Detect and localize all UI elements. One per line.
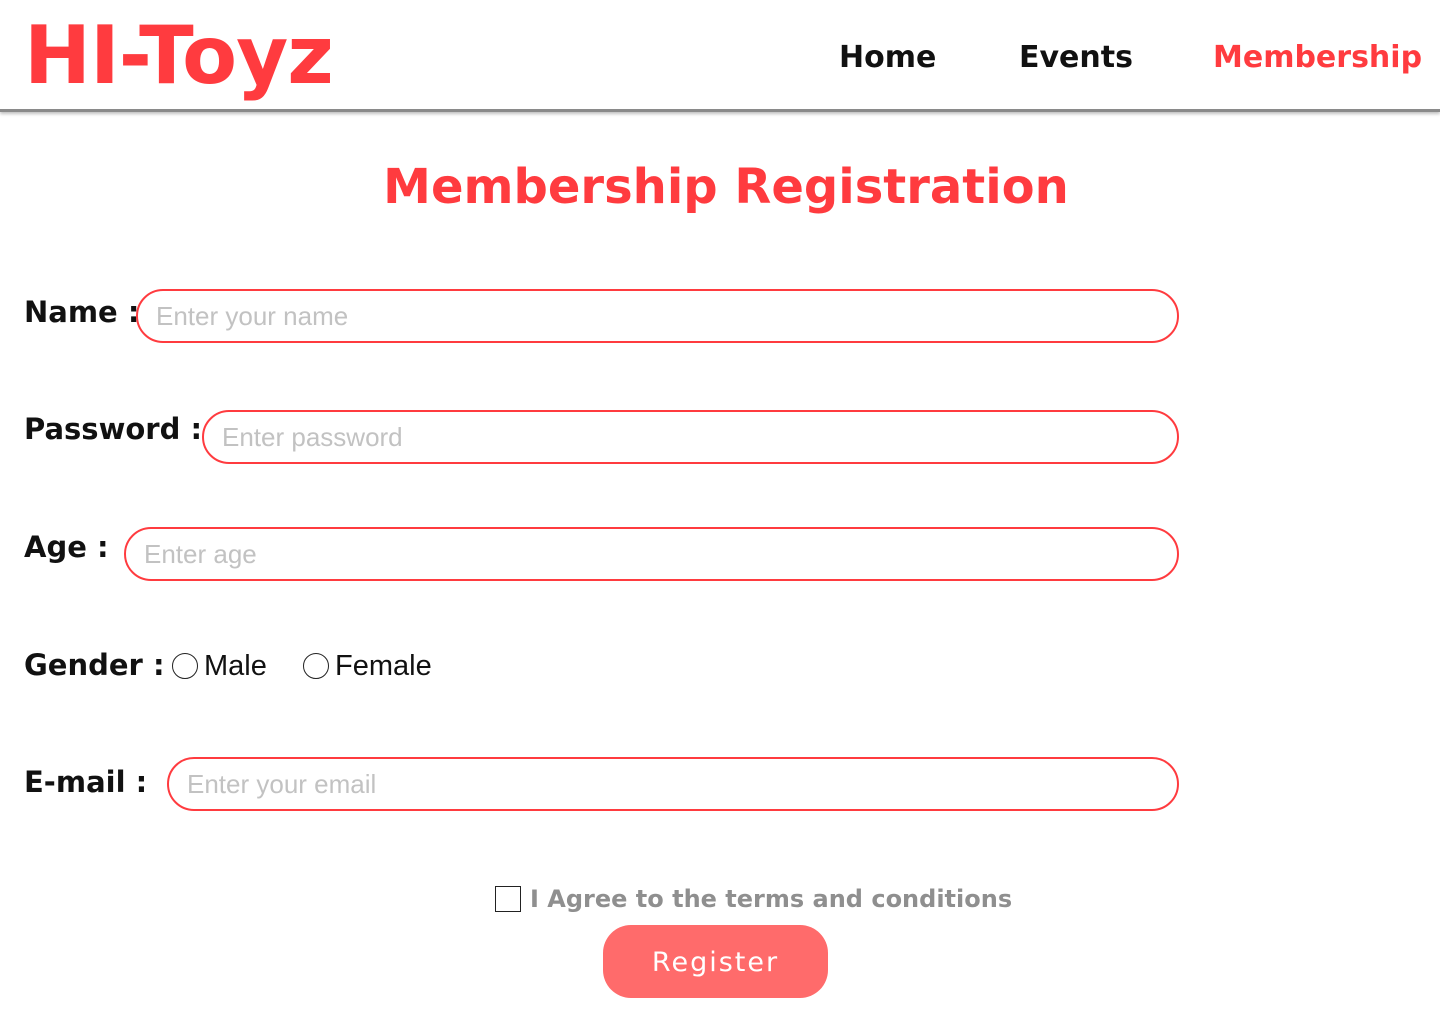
register-button[interactable]: Register xyxy=(603,925,828,998)
terms-row: I Agree to the terms and conditions xyxy=(495,882,1012,916)
gender-male-label: Male xyxy=(204,650,267,682)
email-input[interactable] xyxy=(167,757,1179,811)
name-label: Name : xyxy=(24,295,140,329)
site-header: HI-Toyz Home Events Membership xyxy=(0,0,1440,112)
gender-label: Gender : xyxy=(24,648,165,682)
nav-home-link[interactable]: Home xyxy=(839,38,936,78)
password-input[interactable] xyxy=(202,410,1179,464)
nav-membership-link[interactable]: Membership xyxy=(1213,38,1422,78)
site-logo[interactable]: HI-Toyz xyxy=(24,6,334,106)
gender-female-radio[interactable] xyxy=(303,653,329,679)
gender-female-label: Female xyxy=(335,650,432,682)
gender-male-radio[interactable] xyxy=(172,653,198,679)
gender-male-option[interactable]: Male xyxy=(172,648,267,684)
page-title: Membership Registration xyxy=(383,159,1069,215)
gender-female-option[interactable]: Female xyxy=(303,648,432,684)
age-input[interactable] xyxy=(124,527,1179,581)
email-label: E-mail : xyxy=(24,765,148,799)
name-input[interactable] xyxy=(136,289,1179,343)
nav-events-link[interactable]: Events xyxy=(1019,38,1133,78)
terms-checkbox[interactable] xyxy=(495,886,521,912)
age-label: Age : xyxy=(24,530,109,564)
terms-label[interactable]: I Agree to the terms and conditions xyxy=(530,882,1012,916)
password-label: Password : xyxy=(24,412,203,446)
